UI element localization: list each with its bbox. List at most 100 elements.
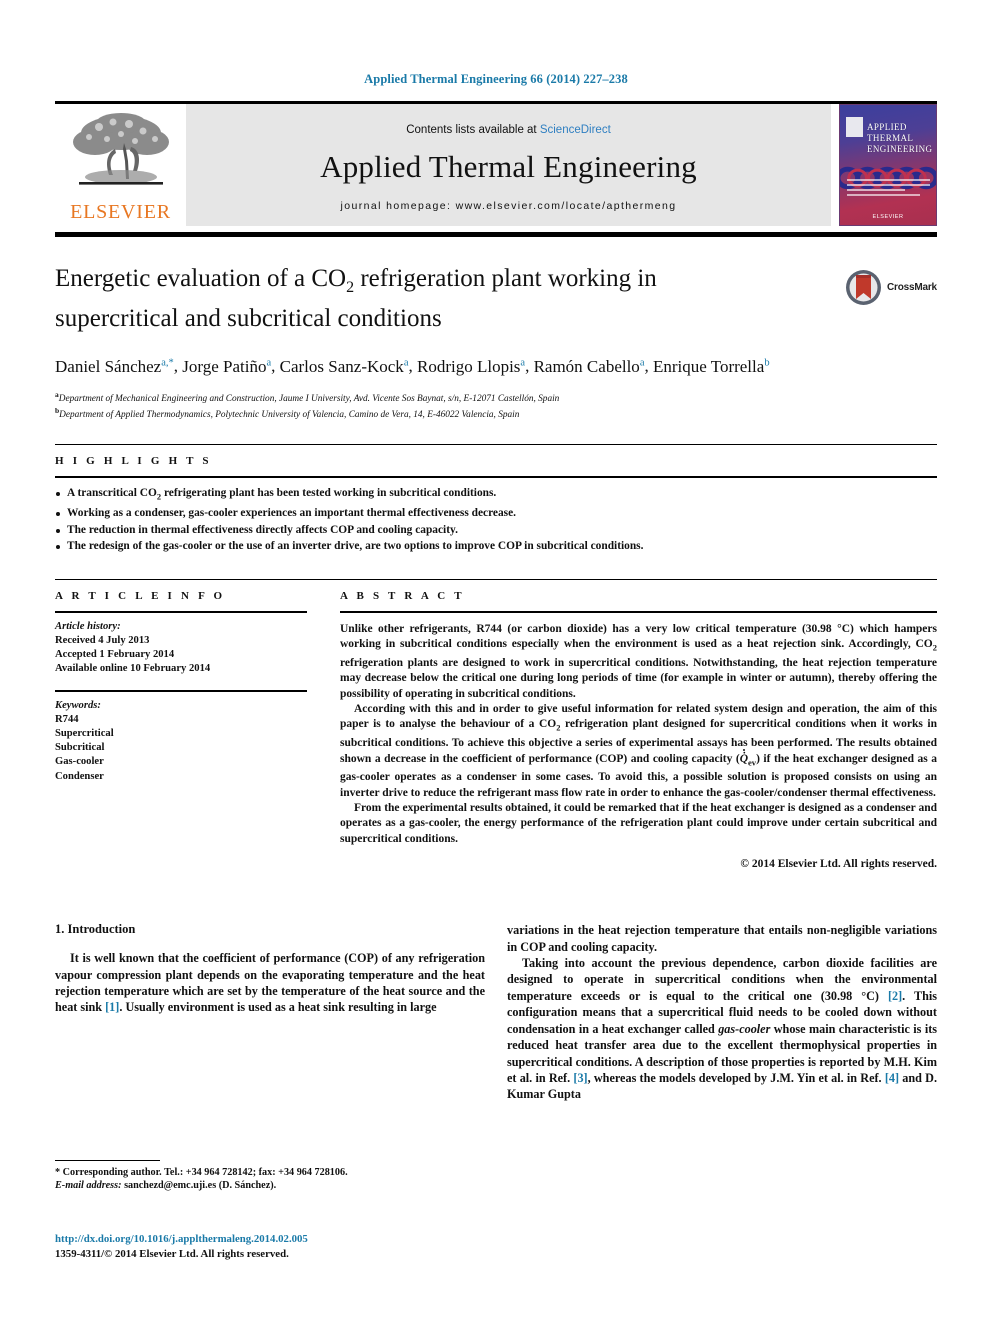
- section-heading-introduction: 1. Introduction: [55, 922, 136, 937]
- journal-article-page: Applied Thermal Engineering 66 (2014) 22…: [0, 0, 992, 1323]
- keyword-item: Condenser: [55, 770, 104, 782]
- author-list: Daniel Sáncheza,*, Jorge Patiñoa, Carlos…: [55, 356, 770, 376]
- keyword-item: R744: [55, 713, 79, 725]
- highlights-heading: H I G H L I G H T S: [55, 455, 212, 468]
- masthead-center-panel: Contents lists available at ScienceDirec…: [186, 104, 831, 226]
- abstract-copyright: © 2014 Elsevier Ltd. All rights reserved…: [740, 858, 937, 871]
- journal-homepage-link[interactable]: journal homepage: www.elsevier.com/locat…: [340, 200, 676, 212]
- article-history-label: Article history:: [55, 620, 121, 632]
- author-name: Carlos Sanz-Kock: [279, 356, 404, 376]
- body-left-text: It is well known that the coefficient of…: [55, 950, 485, 1016]
- body-column-gutter: [485, 922, 507, 1102]
- keyword-item: Supercritical: [55, 727, 114, 739]
- title-part-1: Energetic evaluation of a CO: [55, 265, 347, 292]
- author-affil-mark: a: [639, 357, 645, 368]
- keywords-divider: [55, 689, 307, 692]
- corresponding-author-footnote: * Corresponding author. Tel.: +34 964 72…: [55, 1160, 485, 1193]
- intro-paragraph-left: It is well known that the coefficient of…: [55, 951, 485, 1015]
- title-part-2: refrigeration plant working in: [354, 265, 657, 292]
- abstract-paragraph-1: Unlike other refrigerants, R744 (or carb…: [340, 622, 937, 700]
- highlight-item: The reduction in thermal effectiveness d…: [55, 523, 937, 539]
- citation-ref-3[interactable]: [3]: [573, 1071, 587, 1085]
- info-abstract-section: A R T I C L E I N F O Article history: R…: [55, 578, 937, 871]
- author-affil-mark: a: [266, 357, 272, 368]
- article-title-block: CrossMark Energetic evaluation of a CO2 …: [55, 263, 937, 422]
- corresponding-author-line: * Corresponding author. Tel.: +34 964 72…: [55, 1167, 348, 1178]
- highlights-top-rule: H I G H L I G H T S: [55, 444, 937, 467]
- elsevier-logo: ELSEVIER: [55, 104, 186, 226]
- author-name: Enrique Torrella: [652, 356, 765, 376]
- citation-ref-4[interactable]: [4]: [885, 1071, 899, 1085]
- affiliation-text: Department of Mechanical Engineering and…: [58, 393, 560, 404]
- highlight-item: A transcritical CO2 refrigerating plant …: [55, 486, 937, 505]
- email-label: E-mail address:: [55, 1180, 122, 1192]
- abstract-column: A B S T R A C T Unlike other refrigerant…: [340, 589, 937, 871]
- journal-title: Applied Thermal Engineering: [320, 149, 697, 184]
- highlights-list: A transcritical CO2 refrigerating plant …: [55, 486, 937, 555]
- abstract-heading: A B S T R A C T: [340, 589, 465, 602]
- masthead-bottom-rule: [55, 232, 937, 237]
- footnote-text: * Corresponding author. Tel.: +34 964 72…: [55, 1166, 485, 1193]
- intro-paragraph-right-2: Taking into account the previous depende…: [507, 956, 938, 1102]
- highlights-divider: [55, 476, 937, 479]
- sciencedirect-link[interactable]: ScienceDirect: [540, 124, 611, 136]
- article-info-heading: A R T I C L E I N F O: [55, 589, 226, 602]
- author-entry[interactable]: Rodrigo Llopisa: [417, 357, 525, 376]
- history-online: Available online 10 February 2014: [55, 663, 211, 675]
- history-accepted: Accepted 1 February 2014: [55, 649, 175, 661]
- keyword-item: Subcritical: [55, 742, 105, 754]
- footnote-rule: [55, 1160, 160, 1161]
- body-columns: 1. Introduction It is well known that th…: [55, 922, 937, 1102]
- crossmark-label: CrossMark: [887, 281, 937, 293]
- author-name: Jorge Patiño: [182, 356, 267, 376]
- email-link[interactable]: sanchezd@emc.uji.es: [124, 1180, 216, 1191]
- author-entry[interactable]: Daniel Sáncheza,*: [55, 357, 174, 376]
- body-right-column: variations in the heat rejection tempera…: [507, 922, 937, 1102]
- elsevier-tree-icon: [69, 109, 173, 201]
- cover-footer-lines: [847, 179, 930, 205]
- author-affil-mark: b: [764, 357, 770, 368]
- abstract-body: Unlike other refrigerants, R744 (or carb…: [340, 622, 937, 848]
- author-entry[interactable]: Carlos Sanz-Kocka: [280, 357, 409, 376]
- email-line: E-mail address: sanchezd@emc.uji.es (D. …: [55, 1179, 485, 1192]
- affiliation-text: Department of Applied Thermodynamics, Po…: [59, 410, 520, 421]
- title-line-2: supercritical and subcritical conditions: [55, 305, 442, 332]
- cover-title-text: APPLIED THERMAL ENGINEERING: [867, 122, 933, 154]
- author-affil-mark: a: [403, 357, 409, 368]
- author-name: Ramón Cabello: [533, 356, 640, 376]
- title-subscript: 2: [346, 279, 355, 296]
- abstract-paragraph-3: From the experimental results obtained, …: [340, 802, 937, 845]
- affiliation-item: aDepartment of Mechanical Engineering an…: [55, 389, 937, 406]
- article-history-block: Article history: Received 4 July 2013 Ac…: [55, 620, 307, 677]
- abstract-paragraph-2: According with this and in order to give…: [340, 703, 937, 799]
- abstract-divider: [340, 610, 937, 613]
- intro-paragraph-right-continued: variations in the heat rejection tempera…: [507, 923, 937, 954]
- keywords-label: Keywords:: [55, 699, 101, 711]
- highlight-item: Working as a condenser, gas-cooler exper…: [55, 506, 937, 522]
- citation-ref-2[interactable]: [2]: [888, 989, 902, 1003]
- doi-link[interactable]: http://dx.doi.org/10.1016/j.applthermale…: [55, 1232, 495, 1247]
- elsevier-wordmark: ELSEVIER: [70, 201, 171, 223]
- author-entry[interactable]: Jorge Patiñoa: [182, 357, 271, 376]
- highlights-section: H I G H L I G H T S A transcritical CO2 …: [55, 444, 937, 555]
- body-right-text: variations in the heat rejection tempera…: [507, 922, 937, 1102]
- citation-ref-1[interactable]: [1]: [105, 1000, 119, 1014]
- running-head: Applied Thermal Engineering 66 (2014) 22…: [364, 72, 628, 86]
- column-gutter: [307, 590, 340, 871]
- author-affil-mark: a,*: [161, 357, 174, 368]
- crossmark-badge[interactable]: CrossMark: [845, 267, 937, 307]
- crossmark-icon: [845, 269, 882, 306]
- contents-available-line: Contents lists available at ScienceDirec…: [406, 124, 611, 136]
- email-owner: (D. Sánchez).: [218, 1180, 277, 1192]
- author-entry[interactable]: Ramón Cabelloa: [534, 357, 645, 376]
- cover-brand-text: ELSEVIER: [872, 214, 904, 220]
- highlight-text-1: A transcritical CO2 refrigerating plant …: [67, 487, 497, 502]
- keywords-block: Keywords: R744 Supercritical Subcritical…: [55, 699, 307, 784]
- author-name: Rodrigo Llopis: [416, 356, 521, 376]
- body-left-column: 1. Introduction It is well known that th…: [55, 922, 485, 1102]
- author-entry[interactable]: Enrique Torrellab: [653, 357, 770, 376]
- publisher-footer: http://dx.doi.org/10.1016/j.applthermale…: [55, 1232, 495, 1261]
- affiliation-item: bDepartment of Applied Thermodynamics, P…: [55, 405, 937, 422]
- journal-cover-thumbnail: APPLIED THERMAL ENGINEERING ELSEVIER: [839, 104, 937, 226]
- page-title: Energetic evaluation of a CO2 refrigerat…: [55, 263, 800, 334]
